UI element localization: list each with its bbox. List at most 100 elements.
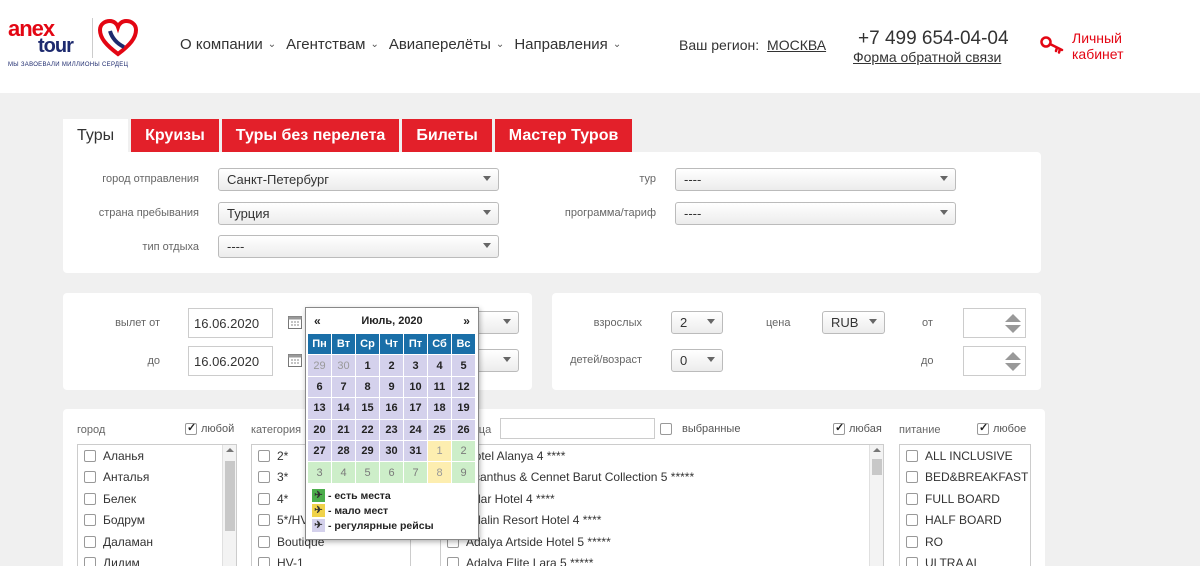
calendar-day[interactable]: 21 [332, 419, 356, 441]
calendar-day[interactable]: 1 [428, 440, 452, 463]
list-item[interactable]: Бодрум [78, 510, 236, 532]
list-item[interactable]: FULL BOARD [900, 488, 1030, 510]
departure-from-input[interactable]: 16.06.2020 [188, 308, 273, 338]
list-item[interactable]: Белек [78, 488, 236, 510]
calendar-day[interactable]: 2 [380, 355, 404, 377]
nav-agencies[interactable]: Агентствам ⌄ [286, 36, 379, 53]
calendar-day[interactable]: 4 [332, 462, 356, 484]
list-item[interactable]: Adalin Resort Hotel 4 **** [441, 510, 883, 532]
country-select[interactable]: Турция [218, 202, 499, 225]
city-any-checkbox[interactable]: любой [185, 421, 234, 435]
scroll-thumb[interactable] [225, 461, 235, 531]
list-item[interactable]: Adalya Artside Hotel 5 ***** [441, 531, 883, 553]
calendar-day[interactable]: 8 [428, 462, 452, 484]
departure-city-select[interactable]: Санкт-Петербург [218, 168, 499, 191]
anex-tour-logo[interactable]: anex tour МЫ ЗАВОЕВАЛИ МИЛЛИОНЫ СЕРДЕЦ [8, 18, 139, 70]
list-item[interactable]: Adalya Elite Lara 5 ***** [441, 553, 883, 566]
calendar-day[interactable]: 18 [428, 398, 452, 420]
calendar-day[interactable]: 15 [356, 398, 380, 420]
prev-month-button[interactable]: « [314, 314, 321, 328]
list-item[interactable]: Acanthus & Cennet Barut Collection 5 ***… [441, 467, 883, 489]
city-list-scrollbar[interactable] [222, 445, 236, 566]
currency-select[interactable]: RUB [822, 311, 885, 334]
calendar-day[interactable]: 3 [404, 355, 428, 377]
scroll-thumb[interactable] [872, 459, 882, 475]
adults-select[interactable]: 2 [671, 311, 723, 334]
phone-number[interactable]: +7 499 654-04-04 [858, 28, 1009, 50]
calendar-day[interactable]: 7 [404, 462, 428, 484]
calendar-day[interactable]: 6 [380, 462, 404, 484]
list-item[interactable]: ALL INCLUSIVE [900, 445, 1030, 467]
scroll-up-icon[interactable] [226, 448, 234, 452]
arrow-up-icon[interactable] [1005, 352, 1021, 360]
calendar-day[interactable]: 9 [380, 376, 404, 399]
program-select[interactable]: ---- [675, 202, 956, 225]
calendar-day[interactable]: 1 [356, 355, 380, 377]
rest-type-select[interactable]: ---- [218, 235, 499, 258]
list-item[interactable]: ULTRA AI [900, 553, 1030, 566]
hotel-any-checkbox[interactable]: любая [833, 421, 882, 435]
feedback-link[interactable]: Форма обратной связи [853, 49, 1001, 65]
calendar-icon[interactable] [288, 353, 302, 367]
nav-destinations[interactable]: Направления ⌄ [514, 36, 621, 53]
tab-tours[interactable]: Туры [63, 119, 129, 152]
calendar-day[interactable]: 9 [452, 462, 476, 484]
calendar-day[interactable]: 3 [308, 462, 332, 484]
hotel-list[interactable]: Hotel Alanya 4 **** Acanthus & Cennet Ba… [440, 444, 884, 566]
calendar-day[interactable]: 16 [380, 398, 404, 420]
calendar-day[interactable]: 7 [332, 376, 356, 399]
list-item[interactable]: RO [900, 531, 1030, 553]
price-to-spinner[interactable] [963, 346, 1026, 376]
list-item[interactable]: Adar Hotel 4 **** [441, 488, 883, 510]
calendar-day[interactable]: 27 [308, 440, 332, 463]
list-item[interactable]: BED&BREAKFAST [900, 467, 1030, 489]
personal-cabinet-link[interactable]: Личный кабинет [1040, 30, 1132, 62]
list-item[interactable]: Дидим [78, 553, 236, 566]
calendar-day[interactable]: 29 [308, 355, 332, 377]
list-item[interactable]: Hotel Alanya 4 **** [441, 445, 883, 467]
nav-flights[interactable]: Авиаперелёты ⌄ [389, 36, 504, 53]
next-month-button[interactable]: » [463, 314, 470, 328]
calendar-day[interactable]: 14 [332, 398, 356, 420]
calendar-day[interactable]: 4 [428, 355, 452, 377]
calendar-day[interactable]: 10 [404, 376, 428, 399]
tab-cruises[interactable]: Круизы [131, 119, 219, 152]
calendar-day[interactable]: 13 [308, 398, 332, 420]
calendar-day[interactable]: 24 [404, 419, 428, 441]
calendar-icon[interactable] [288, 315, 302, 329]
price-from-spinner[interactable] [963, 308, 1026, 338]
arrow-down-icon[interactable] [1005, 325, 1021, 333]
hotel-search-input[interactable] [500, 418, 655, 439]
calendar-day[interactable]: 11 [428, 376, 452, 399]
hotel-list-scrollbar[interactable] [869, 445, 883, 566]
children-select[interactable]: 0 [671, 349, 723, 372]
nav-about[interactable]: О компании ⌄ [180, 36, 276, 53]
tab-tours-no-flight[interactable]: Туры без перелета [221, 119, 400, 152]
arrow-down-icon[interactable] [1005, 363, 1021, 371]
meal-any-checkbox[interactable]: любое [977, 421, 1026, 435]
list-item[interactable]: Анталья [78, 467, 236, 489]
tab-tickets[interactable]: Билеты [402, 119, 492, 152]
calendar-day[interactable]: 20 [308, 419, 332, 441]
calendar-day[interactable]: 23 [380, 419, 404, 441]
calendar-day[interactable]: 8 [356, 376, 380, 399]
region-link[interactable]: МОСКВА [767, 37, 826, 53]
list-item[interactable]: Даламан [78, 531, 236, 553]
calendar-day[interactable]: 2 [452, 440, 476, 463]
calendar-day[interactable]: 19 [452, 398, 476, 420]
arrow-up-icon[interactable] [1005, 314, 1021, 322]
calendar-day[interactable]: 17 [404, 398, 428, 420]
calendar-day[interactable]: 31 [404, 440, 428, 463]
list-item[interactable]: HALF BOARD [900, 510, 1030, 532]
calendar-day[interactable]: 30 [380, 440, 404, 463]
calendar-day[interactable]: 30 [332, 355, 356, 377]
calendar-day[interactable]: 28 [332, 440, 356, 463]
calendar-day[interactable]: 5 [452, 355, 476, 377]
calendar-day[interactable]: 12 [452, 376, 476, 399]
scroll-up-icon[interactable] [873, 448, 881, 452]
calendar-day[interactable]: 25 [428, 419, 452, 441]
calendar-day[interactable]: 5 [356, 462, 380, 484]
departure-to-input[interactable]: 16.06.2020 [188, 346, 273, 376]
list-item[interactable]: HV-1 [252, 553, 410, 566]
calendar-day[interactable]: 29 [356, 440, 380, 463]
